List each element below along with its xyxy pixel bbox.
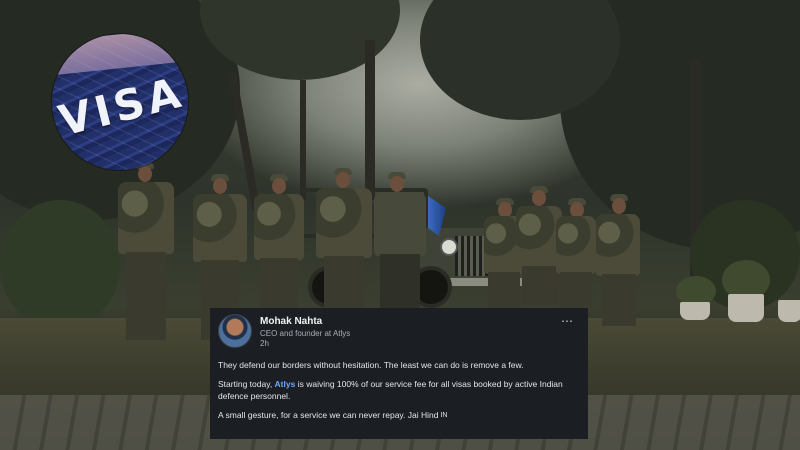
plant-pot — [778, 300, 800, 322]
bush — [0, 200, 120, 330]
tree-trunk — [365, 40, 375, 200]
author-tagline: CEO and founder at Atlys — [260, 329, 351, 338]
company-mention-link[interactable]: Atlys — [275, 379, 296, 389]
post-timestamp: 2h — [260, 339, 269, 348]
more-options-icon[interactable]: ⋯ — [561, 314, 574, 328]
plant-pot — [728, 294, 764, 322]
post-paragraph-3: A small gesture, for a service we can ne… — [218, 409, 580, 422]
india-flag-icon: IN — [440, 411, 448, 419]
author-name[interactable]: Mohak Nahta — [260, 316, 322, 327]
plant-pot — [680, 302, 710, 320]
avatar[interactable] — [218, 314, 252, 348]
social-post-card: Mohak Nahta CEO and founder at Atlys 2h … — [210, 308, 588, 439]
post-text: A small gesture, for a service we can ne… — [218, 410, 439, 420]
post-header: Mohak Nahta CEO and founder at Atlys 2h … — [218, 314, 580, 350]
background-photo: VISA Mohak Nahta CEO and founder at Atly… — [0, 0, 800, 450]
tree-trunk — [300, 80, 306, 200]
visa-sticker: VISA — [52, 34, 188, 170]
post-paragraph-2: Starting today, Atlys is waiving 100% of… — [218, 378, 580, 402]
post-text: Starting today, — [218, 379, 275, 389]
post-paragraph-1: They defend our borders without hesitati… — [218, 360, 524, 370]
